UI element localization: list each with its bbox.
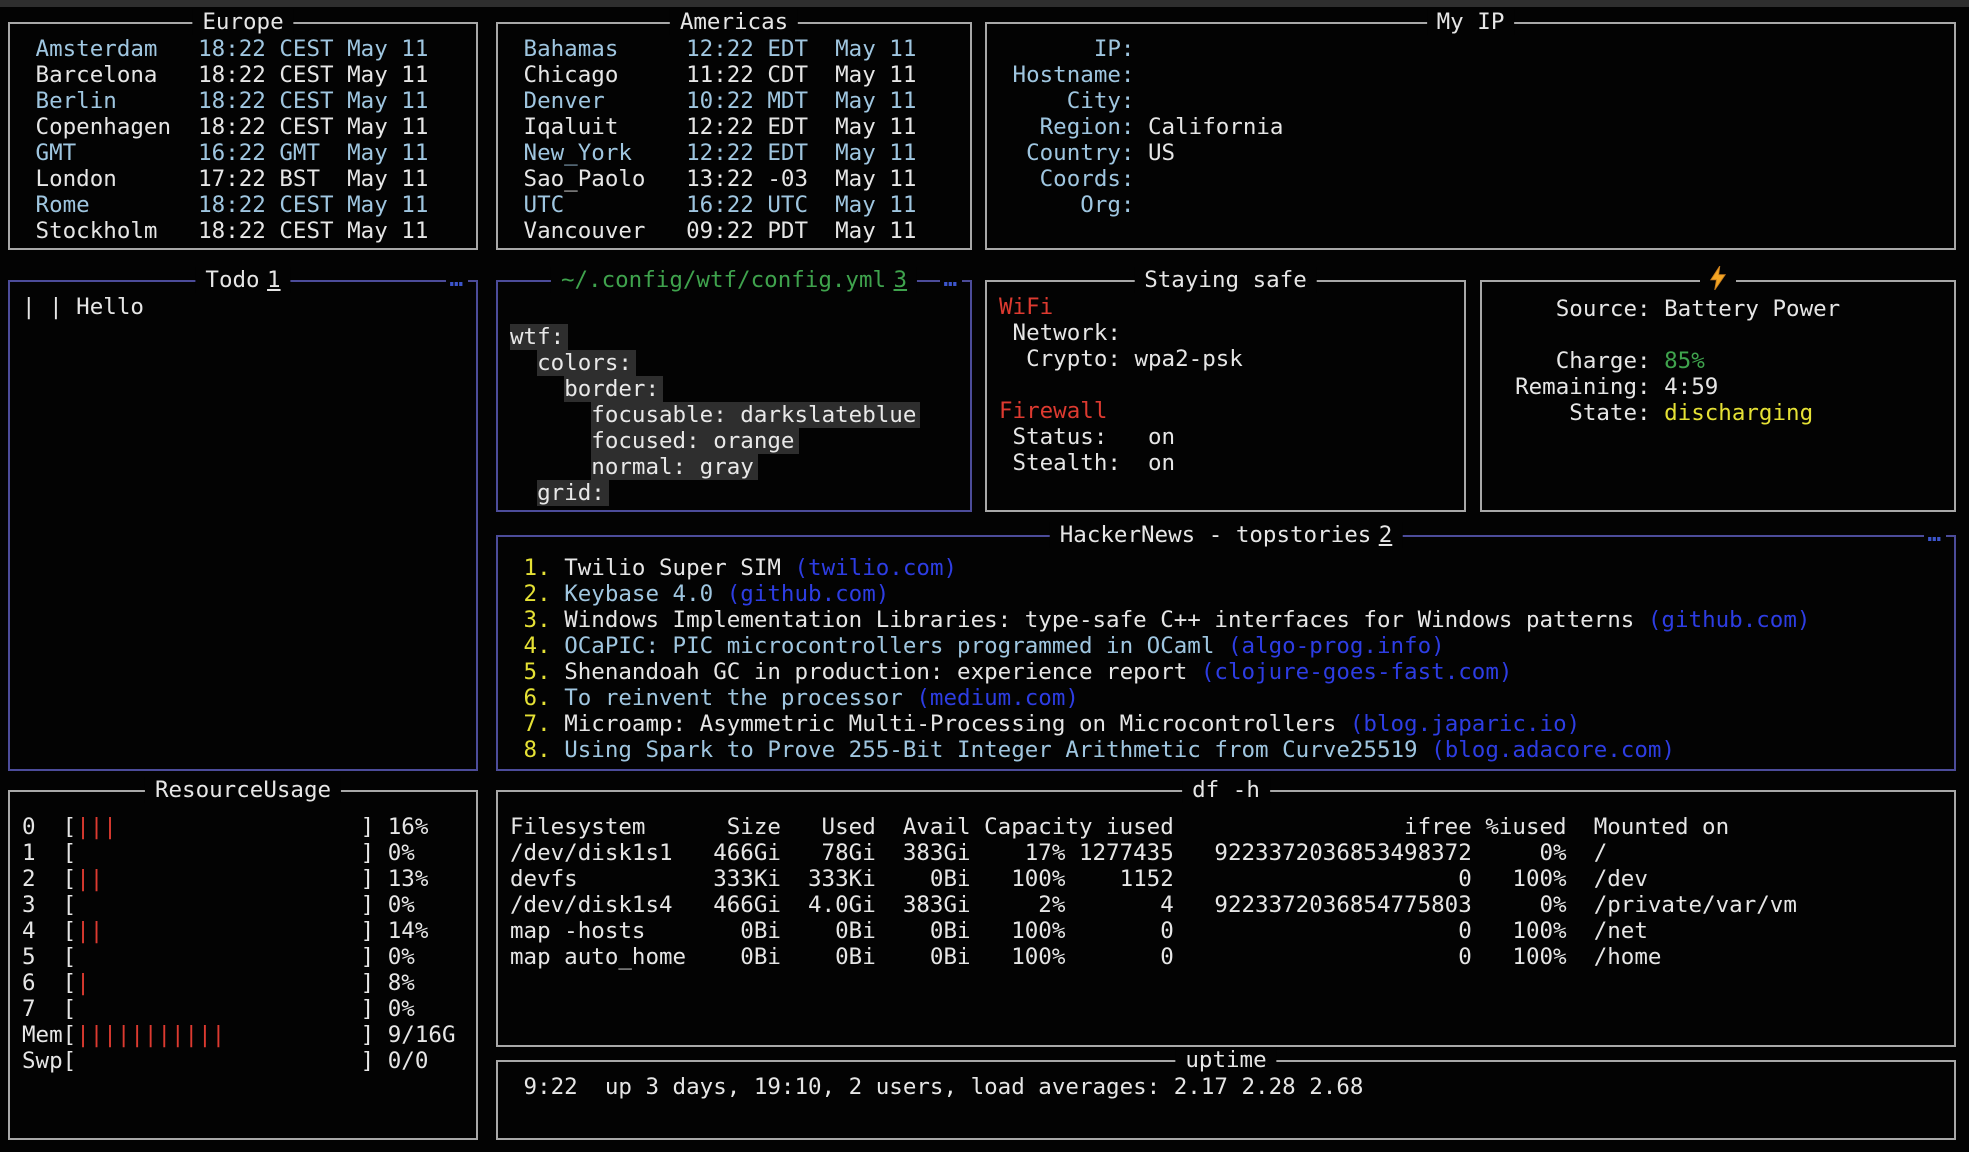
battery-status-list: Source: Battery Power Charge: 85% Remain…	[1482, 282, 1954, 510]
clock-row: Chicago 11:22 CDT May 11	[510, 62, 966, 88]
yaml-line: grid:	[510, 480, 966, 506]
clock-row: Iqaluit 12:22 EDT May 11	[510, 114, 966, 140]
panel-resource-usage: ResourceUsage 0 [||| ] 16%1 [ ] 0%2 [|| …	[8, 790, 478, 1140]
meter-row: Mem[||||||||||| ] 9/16G	[22, 1022, 472, 1048]
blank-line	[510, 298, 966, 324]
table-row: /dev/disk1s4 466Gi 4.0Gi 383Gi 2% 4 9223…	[510, 892, 1950, 918]
ip-info-row: Hostname:	[999, 62, 1950, 88]
security-row: Crypto: wpa2-psk	[999, 346, 1460, 372]
table-row: map -hosts 0Bi 0Bi 0Bi 100% 0 0 100% /ne…	[510, 918, 1950, 944]
yaml-line: normal: gray	[510, 454, 966, 480]
table-row: /dev/disk1s1 466Gi 78Gi 383Gi 17% 127743…	[510, 840, 1950, 866]
clock-row: Copenhagen 18:22 CEST May 11	[22, 114, 472, 140]
security-row	[999, 372, 1460, 398]
panel-clocks-americas: Americas Bahamas 12:22 EDT May 11 Chicag…	[496, 22, 972, 250]
security-row: Firewall	[999, 398, 1460, 424]
clock-row: Bahamas 12:22 EDT May 11	[510, 36, 966, 62]
clock-row: Amsterdam 18:22 CEST May 11	[22, 36, 472, 62]
panel-my-ip: My IP IP: Hostname: City: Region: Califo…	[985, 22, 1956, 250]
config-yaml-view: wtf: colors: border: focusable: darkslat…	[498, 282, 970, 510]
clock-row: UTC 16:22 UTC May 11	[510, 192, 966, 218]
security-row: WiFi	[999, 294, 1460, 320]
filesystem-table: Filesystem Size Used Avail Capacity iuse…	[498, 792, 1954, 1045]
clock-row: New_York 12:22 EDT May 11	[510, 140, 966, 166]
ip-info-row: Region: California	[999, 114, 1950, 140]
ip-info-row: Country: US	[999, 140, 1950, 166]
todo-item: | | Hello	[22, 294, 472, 320]
panel-disk-free: df -h Filesystem Size Used Avail Capacit…	[496, 790, 1956, 1047]
story-row: 8. Using Spark to Prove 255-Bit Integer …	[510, 737, 1950, 763]
panel-todo[interactable]: Todo1 … | | Hello	[8, 280, 478, 771]
meter-row: 0 [||| ] 16%	[22, 814, 472, 840]
yaml-line: colors:	[510, 350, 966, 376]
meter-row: 2 [|| ] 13%	[22, 866, 472, 892]
security-row: Network:	[999, 320, 1460, 346]
ip-info-row: City:	[999, 88, 1950, 114]
clock-row: Barcelona 18:22 CEST May 11	[22, 62, 472, 88]
meter-row: 3 [ ] 0%	[22, 892, 472, 918]
uptime-text: 9:22 up 3 days, 19:10, 2 users, load ave…	[498, 1062, 1954, 1138]
story-row: 2. Keybase 4.0 (github.com)	[510, 581, 1950, 607]
cpu-memory-meters: 0 [||| ] 16%1 [ ] 0%2 [|| ] 13%3 [ ] 0%4…	[10, 792, 476, 1138]
story-row: 5. Shenandoah GC in production: experien…	[510, 659, 1950, 685]
panel-clocks-europe: Europe Amsterdam 18:22 CEST May 11 Barce…	[8, 22, 478, 250]
ip-info-row: Coords:	[999, 166, 1950, 192]
story-row: 3. Windows Implementation Libraries: typ…	[510, 607, 1950, 633]
panel-battery: Source: Battery Power Charge: 85% Remain…	[1480, 280, 1956, 512]
yaml-line: border:	[510, 376, 966, 402]
yaml-line: focused: orange	[510, 428, 966, 454]
clock-row: Rome 18:22 CEST May 11	[22, 192, 472, 218]
story-row: 7. Microamp: Asymmetric Multi-Processing…	[510, 711, 1950, 737]
clock-row: Stockholm 18:22 CEST May 11	[22, 218, 472, 244]
yaml-line: focusable: darkslateblue	[510, 402, 966, 428]
panel-staying-safe: Staying safe WiFi Network: Crypto: wpa2-…	[985, 280, 1466, 512]
clocks-europe-list: Amsterdam 18:22 CEST May 11 Barcelona 18…	[10, 24, 476, 248]
meter-row: 7 [ ] 0%	[22, 996, 472, 1022]
meter-row: Swp[ ] 0/0	[22, 1048, 472, 1074]
yaml-line: wtf:	[510, 324, 966, 350]
meter-row: 6 [| ] 8%	[22, 970, 472, 996]
security-status-list: WiFi Network: Crypto: wpa2-psk Firewall S…	[987, 282, 1464, 510]
table-row: map auto_home 0Bi 0Bi 0Bi 100% 0 0 100% …	[510, 944, 1950, 970]
clocks-americas-list: Bahamas 12:22 EDT May 11 Chicago 11:22 C…	[498, 24, 970, 248]
clock-row: Sao_Paolo 13:22 -03 May 11	[510, 166, 966, 192]
battery-row: Charge: 85%	[1488, 348, 1950, 374]
meter-row: 4 [|| ] 14%	[22, 918, 472, 944]
todo-list: | | Hello	[10, 282, 476, 769]
security-row: Status: on	[999, 424, 1460, 450]
wtf-terminal-dashboard: { "ui": { "more_indicator": "…" }, "colo…	[0, 0, 1969, 1152]
my-ip-fields: IP: Hostname: City: Region: California C…	[987, 24, 1954, 248]
ip-info-row: Org:	[999, 192, 1950, 218]
clock-row: Vancouver 09:22 PDT May 11	[510, 218, 966, 244]
panel-uptime: uptime 9:22 up 3 days, 19:10, 2 users, l…	[496, 1060, 1956, 1140]
clock-row: GMT 16:22 GMT May 11	[22, 140, 472, 166]
terminal-top-bar	[0, 0, 1969, 7]
story-row: 4. OCaPIC: PIC microcontrollers programm…	[510, 633, 1950, 659]
table-row: devfs 333Ki 333Ki 0Bi 100% 1152 0 100% /…	[510, 866, 1950, 892]
table-header-row: Filesystem Size Used Avail Capacity iuse…	[510, 814, 1950, 840]
meter-row: 1 [ ] 0%	[22, 840, 472, 866]
uptime-line: 9:22 up 3 days, 19:10, 2 users, load ave…	[510, 1074, 1950, 1100]
battery-row: Remaining: 4:59	[1488, 374, 1950, 400]
clock-row: London 17:22 BST May 11	[22, 166, 472, 192]
battery-row: State: discharging	[1488, 400, 1950, 426]
battery-row: Source: Battery Power	[1488, 296, 1950, 322]
security-row: Stealth: on	[999, 450, 1460, 476]
story-row: 1. Twilio Super SIM (twilio.com)	[510, 555, 1950, 581]
blank-line	[1488, 322, 1950, 348]
panel-hackernews[interactable]: HackerNews - topstories2 … 1. Twilio Sup…	[496, 535, 1956, 771]
panel-config-yml[interactable]: ~/.config/wtf/config.yml3 … wtf: colors:…	[496, 280, 972, 512]
ip-info-row: IP:	[999, 36, 1950, 62]
clock-row: Denver 10:22 MDT May 11	[510, 88, 966, 114]
clock-row: Berlin 18:22 CEST May 11	[22, 88, 472, 114]
story-row: 6. To reinvent the processor (medium.com…	[510, 685, 1950, 711]
meter-row: 5 [ ] 0%	[22, 944, 472, 970]
hackernews-story-list: 1. Twilio Super SIM (twilio.com) 2. Keyb…	[498, 537, 1954, 769]
